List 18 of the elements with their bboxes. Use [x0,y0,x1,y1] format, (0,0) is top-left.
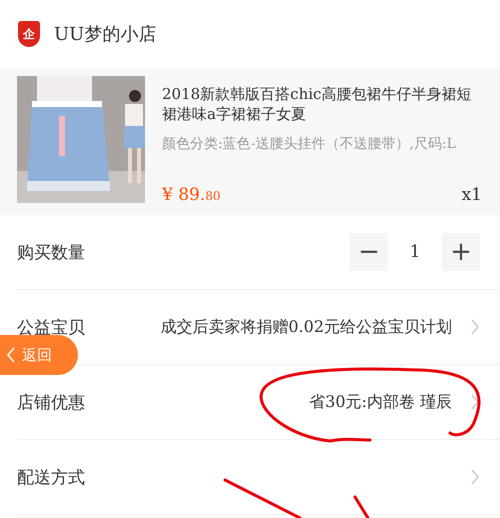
plus-button[interactable]: + [442,233,480,271]
product-price: ¥ 89.80 [162,185,221,205]
shop-name: UU梦的小店 [54,23,156,46]
quantity-value: 1 [408,242,422,262]
product-spec: 颜色分类:蓝色-送腰头挂件（不送腰带）,尺码:L [162,135,457,154]
shop-badge-icon: 企 [18,21,40,47]
product-title: 2018新款韩版百搭chic高腰包裙牛仔半身裙短裙港味a字裙裙子女夏 [162,84,472,124]
row-value[interactable]: 成交后卖家将捐赠0.02元给公益宝贝计划 [127,315,470,339]
chevron-left-icon [6,346,16,364]
chevron-right-icon [470,468,480,486]
minus-button[interactable]: − [350,233,388,271]
row-label: 店铺优惠 [17,392,86,414]
chevron-right-icon [470,393,480,411]
product-count: x1 [462,185,482,205]
chevron-right-icon [470,318,480,336]
row-value[interactable]: 省30元:内部卷 瑾辰 [127,390,470,414]
row-label: 购买数量 [17,242,86,264]
row-label: 配送方式 [17,466,86,488]
